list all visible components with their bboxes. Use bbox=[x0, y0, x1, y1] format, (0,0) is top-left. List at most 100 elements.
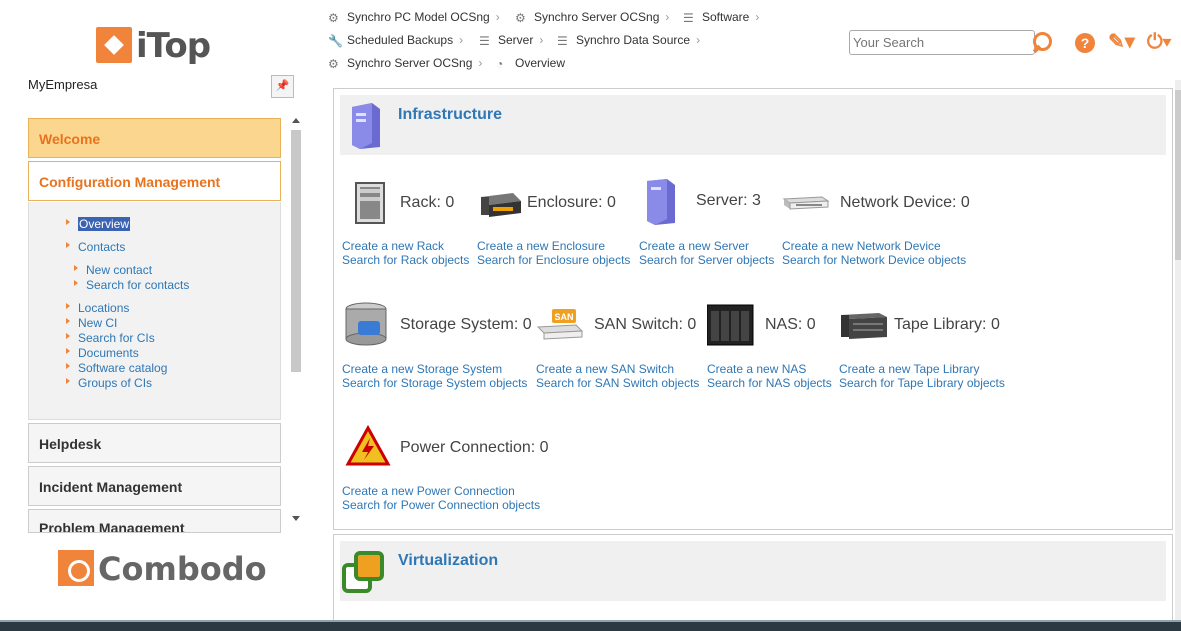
create-power-connection-link[interactable]: Create a new Power Connection bbox=[342, 484, 515, 498]
menu-configuration-management[interactable]: Configuration Management bbox=[28, 161, 281, 201]
search-nas-link[interactable]: Search for NAS objects bbox=[707, 376, 832, 390]
main-content: Infrastructure Rack: 0 Create a new Rack… bbox=[320, 80, 1181, 624]
itop-logo-icon bbox=[96, 27, 132, 63]
menu-item-groups-of-cis[interactable]: Groups of CIs bbox=[65, 376, 152, 390]
create-storage-system-link[interactable]: Create a new Storage System bbox=[342, 362, 502, 376]
nas-count: NAS: 0 bbox=[765, 316, 816, 333]
chevron-right-icon: › bbox=[478, 56, 483, 70]
menu-item-search-cis[interactable]: Search for CIs bbox=[66, 331, 155, 345]
network-device-count: Network Device: 0 bbox=[840, 194, 970, 211]
search-icon[interactable] bbox=[1030, 30, 1056, 56]
virtualization-header: Virtualization bbox=[340, 541, 1166, 601]
search-power-connection-link[interactable]: Search for Power Connection objects bbox=[342, 498, 540, 512]
virtualization-title[interactable]: Virtualization bbox=[398, 552, 498, 570]
top-bar: ⚙ Synchro PC Model OCSng › ⚙ Synchro Server… bbox=[320, 0, 1181, 80]
edit-menu-icon[interactable]: ✎▾ bbox=[1108, 30, 1135, 54]
create-network-device-link[interactable]: Create a new Network Device bbox=[782, 239, 941, 253]
taskbar bbox=[0, 620, 1181, 631]
combodo-logo-text: Combodo bbox=[98, 550, 267, 588]
create-enclosure-link[interactable]: Create a new Enclosure bbox=[477, 239, 605, 253]
nas-icon bbox=[707, 304, 754, 346]
menu-item-software-catalog[interactable]: Software catalog bbox=[65, 361, 167, 375]
san-badge-text: SAN bbox=[554, 312, 573, 322]
menu-item-search-contacts[interactable]: Search for contacts bbox=[73, 278, 189, 292]
storage-system-count: Storage System: 0 bbox=[400, 316, 532, 333]
scrollbar-thumb[interactable] bbox=[291, 130, 301, 372]
chevron-right-icon: › bbox=[495, 10, 500, 24]
menu-problem-management[interactable]: Problem Management bbox=[28, 509, 281, 533]
search-storage-system-link[interactable]: Search for Storage System objects bbox=[342, 376, 527, 390]
power-connection-count: Power Connection: 0 bbox=[400, 439, 549, 456]
virtualization-panel: Virtualization bbox=[333, 534, 1173, 624]
tape-library-icon bbox=[841, 313, 887, 339]
create-nas-link[interactable]: Create a new NAS bbox=[707, 362, 806, 376]
virtualization-icon bbox=[342, 551, 384, 593]
main-scrollbar[interactable] bbox=[1175, 80, 1181, 620]
infrastructure-header: Infrastructure bbox=[340, 95, 1166, 155]
synchro-icon: ⚙ bbox=[328, 11, 339, 25]
power-menu-icon[interactable]: ⏻▾ bbox=[1146, 30, 1172, 54]
breadcrumb-item[interactable]: 🔧 Scheduled Backups › bbox=[328, 33, 463, 47]
breadcrumb-item[interactable]: ⚙ Synchro Server OCSng › bbox=[328, 56, 482, 70]
power-connection-icon bbox=[345, 424, 391, 466]
organization-name: MyEmpresa bbox=[28, 77, 98, 92]
infrastructure-panel: Infrastructure Rack: 0 Create a new Rack… bbox=[333, 88, 1173, 530]
main-scrollbar-thumb[interactable] bbox=[1175, 90, 1181, 260]
list-icon: ☰ bbox=[557, 34, 568, 48]
menu-incident-management[interactable]: Incident Management bbox=[28, 466, 281, 506]
synchro-icon: ⚙ bbox=[515, 11, 526, 25]
server-icon bbox=[352, 103, 380, 149]
sidebar: iTop MyEmpresa 📌 Welcome Configuration M… bbox=[0, 0, 320, 631]
search-rack-link[interactable]: Search for Rack objects bbox=[342, 253, 469, 267]
san-switch-icon: SAN bbox=[536, 309, 584, 340]
server-icon bbox=[647, 179, 675, 225]
menu-item-contacts[interactable]: Contacts bbox=[65, 240, 125, 254]
chevron-right-icon: › bbox=[539, 33, 544, 47]
search-network-device-link[interactable]: Search for Network Device objects bbox=[782, 253, 966, 267]
server-count: Server: 3 bbox=[696, 192, 761, 209]
chevron-right-icon: › bbox=[459, 33, 464, 47]
combodo-logo-icon bbox=[58, 550, 94, 586]
search-tape-library-link[interactable]: Search for Tape Library objects bbox=[839, 376, 1005, 390]
menu-helpdesk[interactable]: Helpdesk bbox=[28, 423, 281, 463]
search-enclosure-link[interactable]: Search for Enclosure objects bbox=[477, 253, 630, 267]
breadcrumb-item[interactable]: ⚙ Synchro PC Model OCSng › bbox=[328, 10, 500, 24]
itop-logo[interactable]: iTop bbox=[96, 26, 211, 66]
sidebar-scrollbar[interactable] bbox=[290, 118, 302, 528]
menu-item-locations[interactable]: Locations bbox=[65, 301, 129, 315]
configuration-menu-body: Overview Contacts New contact Search for… bbox=[28, 202, 281, 420]
search-san-switch-link[interactable]: Search for SAN Switch objects bbox=[536, 376, 699, 390]
create-server-link[interactable]: Create a new Server bbox=[639, 239, 749, 253]
breadcrumb-item[interactable]: ☰ Server › bbox=[479, 33, 543, 47]
tape-library-count: Tape Library: 0 bbox=[894, 316, 1000, 333]
search-input[interactable] bbox=[849, 30, 1035, 55]
menu-item-overview[interactable]: Overview bbox=[65, 217, 131, 231]
breadcrumb-item[interactable]: ☰ Synchro Data Source › bbox=[557, 33, 700, 47]
storage-system-icon bbox=[345, 302, 387, 346]
pie-icon: ◔ bbox=[496, 57, 504, 71]
menu-item-new-ci[interactable]: New CI bbox=[65, 316, 117, 330]
rack-icon bbox=[355, 182, 385, 224]
create-tape-library-link[interactable]: Create a new Tape Library bbox=[839, 362, 980, 376]
network-device-icon bbox=[782, 196, 830, 210]
list-icon: ☰ bbox=[479, 34, 490, 48]
menu-item-documents[interactable]: Documents bbox=[66, 346, 139, 360]
pin-menu-icon[interactable]: 📌 bbox=[271, 75, 294, 98]
scroll-down-icon[interactable] bbox=[292, 516, 300, 521]
rack-count: Rack: 0 bbox=[400, 194, 455, 211]
menu-welcome[interactable]: Welcome bbox=[28, 118, 281, 158]
combodo-logo[interactable]: Combodo bbox=[58, 550, 267, 588]
help-icon[interactable]: ? bbox=[1072, 30, 1098, 54]
create-san-switch-link[interactable]: Create a new SAN Switch bbox=[536, 362, 674, 376]
search-server-link[interactable]: Search for Server objects bbox=[639, 253, 774, 267]
breadcrumb-item[interactable]: ◔ Overview bbox=[496, 56, 565, 70]
breadcrumb-item[interactable]: ☰ Software › bbox=[683, 10, 759, 24]
enclosure-icon bbox=[481, 193, 521, 217]
infrastructure-title[interactable]: Infrastructure bbox=[398, 106, 502, 124]
breadcrumb-item[interactable]: ⚙ Synchro Server OCSng › bbox=[515, 10, 669, 24]
create-rack-link[interactable]: Create a new Rack bbox=[342, 239, 444, 253]
san-switch-count: SAN Switch: 0 bbox=[594, 316, 697, 333]
scroll-up-icon[interactable] bbox=[292, 118, 300, 123]
enclosure-count: Enclosure: 0 bbox=[527, 194, 616, 211]
menu-item-new-contact[interactable]: New contact bbox=[73, 263, 152, 277]
